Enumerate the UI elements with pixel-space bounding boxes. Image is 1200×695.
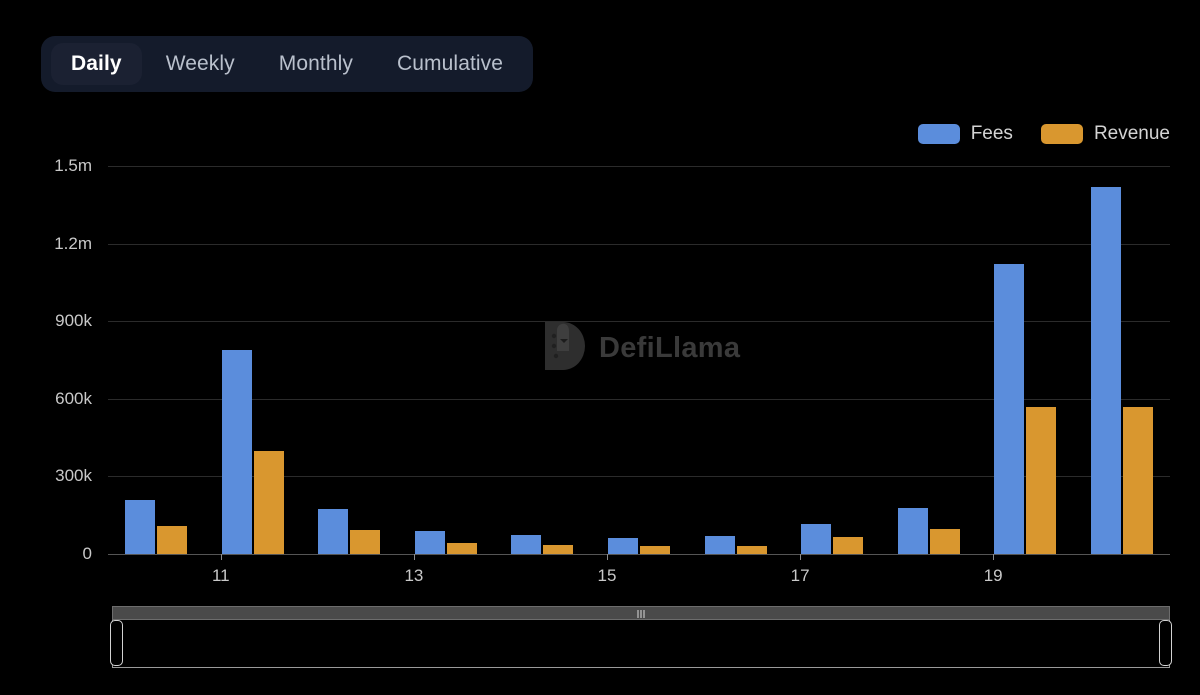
x-axis-tick-mark (414, 554, 415, 560)
bar-revenue[interactable] (833, 537, 863, 554)
gridline (108, 244, 1170, 245)
bar-fees[interactable] (705, 536, 735, 554)
gridline (108, 554, 1170, 555)
x-axis-tick-label: 13 (404, 566, 423, 586)
bar-revenue[interactable] (930, 529, 960, 554)
y-axis-tick-label: 300k (55, 466, 92, 486)
y-axis-tick-label: 0 (83, 544, 92, 564)
x-axis-tick-label: 15 (598, 566, 617, 586)
bar-revenue[interactable] (447, 543, 477, 554)
x-axis-tick-label: 11 (212, 566, 230, 586)
bar-fees[interactable] (511, 535, 541, 554)
y-axis-tick-label: 1.5m (54, 156, 92, 176)
bar-fees[interactable] (1091, 187, 1121, 554)
bar-revenue[interactable] (157, 526, 187, 554)
range-handle-left[interactable] (110, 620, 123, 666)
bar-revenue[interactable] (640, 546, 670, 554)
drag-grip-icon[interactable] (638, 610, 645, 618)
chart-range-slider[interactable] (112, 606, 1170, 668)
bar-fees[interactable] (222, 350, 252, 554)
range-handle-right[interactable] (1159, 620, 1172, 666)
bar-revenue[interactable] (1123, 407, 1153, 554)
range-slider-track[interactable] (112, 606, 1170, 620)
bar-revenue[interactable] (350, 530, 380, 554)
range-slider-preview (112, 620, 1170, 668)
bar-revenue[interactable] (1026, 407, 1056, 554)
fees-revenue-bar-chart: 1.5m 1.2m 900k 600k 300k 0 11 13 15 17 19 (0, 0, 1200, 600)
gridline (108, 166, 1170, 167)
bar-fees[interactable] (125, 500, 155, 554)
x-axis-tick-mark (993, 554, 994, 560)
x-axis-tick-label: 19 (984, 566, 1003, 586)
y-axis-tick-label: 1.2m (54, 234, 92, 254)
bar-fees[interactable] (608, 538, 638, 554)
x-axis-tick-mark (607, 554, 608, 560)
x-axis-tick-label: 17 (791, 566, 810, 586)
bar-fees[interactable] (415, 531, 445, 554)
bar-fees[interactable] (318, 509, 348, 554)
x-axis-tick-mark (800, 554, 801, 560)
bar-fees[interactable] (994, 264, 1024, 554)
x-axis-tick-mark (221, 554, 222, 560)
bar-fees[interactable] (801, 524, 831, 554)
bar-revenue[interactable] (254, 451, 284, 554)
y-axis-tick-label: 900k (55, 311, 92, 331)
bar-revenue[interactable] (543, 545, 573, 554)
bar-fees[interactable] (898, 508, 928, 554)
plot-area (108, 166, 1170, 554)
bar-revenue[interactable] (737, 546, 767, 554)
y-axis-tick-label: 600k (55, 389, 92, 409)
